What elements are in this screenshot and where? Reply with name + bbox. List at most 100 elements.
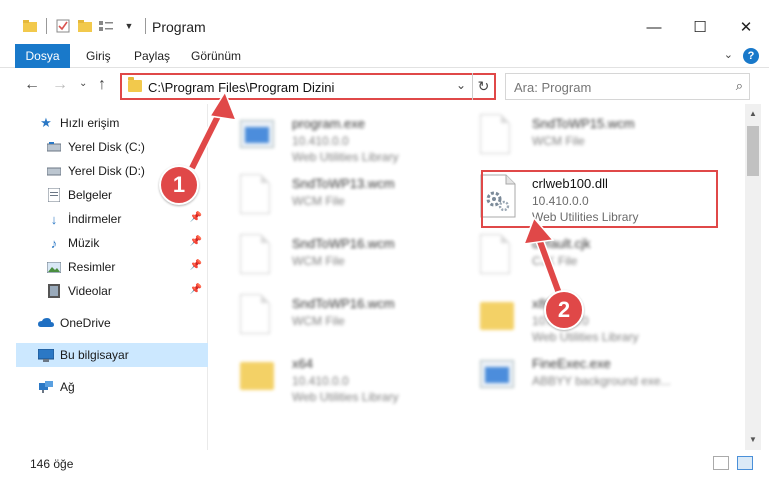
download-icon: ↓: [50, 211, 58, 227]
back-arrow-icon[interactable]: ←: [24, 76, 40, 94]
navigation-pane: ★ Hızlı erişim Yerel Disk (C:) Yerel Dis…: [0, 104, 208, 450]
item-count: 146 öğe: [30, 457, 74, 471]
step-2-badge: 2: [544, 290, 584, 330]
scroll-down-icon[interactable]: ▼: [745, 432, 761, 448]
pin-icon[interactable]: 📌: [190, 260, 202, 271]
doc-icon: [240, 174, 276, 220]
sidebar-item-label: Yerel Disk (D:): [68, 164, 145, 178]
sidebar-item-label: Bu bilgisayar: [60, 348, 129, 362]
window-title: Program: [152, 19, 206, 35]
navigation-bar: ← → ⌄ ↑ C:\Program Files\Program Dizini …: [0, 70, 769, 102]
status-bar: 146 öğe: [0, 450, 769, 478]
pin-icon[interactable]: 📌: [190, 284, 202, 295]
chevron-down-icon[interactable]: ⌄: [456, 78, 466, 92]
sidebar-item-network[interactable]: Ağ: [0, 375, 208, 399]
sidebar-item-label: Belgeler: [68, 188, 113, 202]
sidebar-item-this-pc[interactable]: Bu bilgisayar: [16, 343, 208, 367]
quick-access-toolbar: ▼: [22, 18, 148, 34]
sidebar-item-label: Müzik: [68, 236, 100, 250]
address-path[interactable]: C:\Program Files\Program Dizini: [148, 80, 334, 95]
video-icon: [46, 283, 62, 299]
computer-icon: [38, 347, 54, 363]
folder-icon: [128, 77, 142, 92]
file-tile[interactable]: SndToWP16.wcm WCM File: [234, 290, 466, 346]
sidebar-item-label: Hızlı erişim: [60, 116, 120, 130]
sidebar-item-quick-access[interactable]: ★ Hızlı erişim: [0, 111, 208, 135]
forward-arrow-icon[interactable]: →: [52, 76, 68, 94]
exe-icon: [480, 354, 516, 400]
title-bar: ▼ Program — ☐ ✕: [0, 0, 769, 44]
tab-view[interactable]: Görünüm: [183, 44, 249, 68]
close-icon[interactable]: ✕: [723, 12, 769, 42]
pin-icon[interactable]: 📌: [190, 236, 202, 247]
file-tile[interactable]: x64 10.410.0.0 Web Utilities Library: [234, 350, 466, 406]
sidebar-item-onedrive[interactable]: OneDrive: [0, 311, 208, 335]
chevron-down-icon[interactable]: ▼: [121, 18, 137, 34]
new-folder-icon[interactable]: [77, 18, 93, 34]
sidebar-item-label: Resimler: [68, 260, 116, 274]
chevron-down-icon[interactable]: ⌄: [724, 48, 733, 61]
view-switcher: [713, 456, 753, 470]
properties-icon[interactable]: [55, 18, 71, 34]
file-tile[interactable]: SndToWP13.wcm WCM File: [234, 170, 466, 226]
doc-icon: [480, 114, 516, 160]
highlight-box: [481, 170, 718, 228]
sidebar-item-pictures[interactable]: Resimler 📌: [0, 255, 208, 279]
tab-file[interactable]: Dosya: [15, 44, 70, 68]
tiles-view-icon[interactable]: [737, 456, 753, 470]
sidebar-item-label: İndirmeler: [68, 212, 122, 226]
tab-share[interactable]: Paylaş: [126, 44, 178, 68]
sidebar-item-label: Yerel Disk (C:): [68, 140, 145, 154]
file-list: program.exe 10.410.0.0 Web Utilities Lib…: [210, 104, 745, 450]
sidebar-item-label: OneDrive: [60, 316, 111, 330]
file-tile[interactable]: FineExec.exe ABBYY background exe...: [474, 350, 706, 406]
sidebar-item-videos[interactable]: Videolar 📌: [0, 279, 208, 303]
customize-icon[interactable]: [99, 18, 115, 34]
sidebar-item-label: Ağ: [60, 380, 75, 394]
search-input[interactable]: Ara: Program: [514, 80, 591, 95]
ribbon-tabs: Dosya Giriş Paylaş Görünüm ⌄ ?: [0, 44, 769, 68]
toolbar-divider: [46, 18, 47, 34]
window-controls: — ☐ ✕: [631, 12, 769, 42]
document-icon: [46, 187, 62, 203]
folder-icon: [240, 354, 276, 400]
sidebar-item-disk-c[interactable]: Yerel Disk (C:): [0, 135, 208, 159]
sidebar-item-downloads[interactable]: ↓ İndirmeler 📌: [0, 207, 208, 231]
file-tile[interactable]: SndToWP16.wcm WCM File: [234, 230, 466, 286]
doc-icon: [480, 234, 516, 280]
drive-icon: [46, 163, 62, 179]
network-icon: [38, 379, 54, 395]
search-icon[interactable]: ⌕: [736, 78, 743, 94]
file-tile[interactable]: default.cjk CJK File: [474, 230, 706, 286]
file-tile[interactable]: program.exe 10.410.0.0 Web Utilities Lib…: [234, 110, 466, 166]
up-arrow-icon[interactable]: ↑: [98, 76, 106, 94]
refresh-icon[interactable]: ↻: [472, 73, 494, 100]
scroll-thumb[interactable]: [747, 126, 759, 176]
vertical-scrollbar[interactable]: ▲ ▼: [745, 104, 761, 450]
sidebar-item-label: Videolar: [68, 284, 112, 298]
pin-icon[interactable]: 📌: [190, 212, 202, 223]
sidebar-item-music[interactable]: ♪ Müzik 📌: [0, 231, 208, 255]
details-view-icon[interactable]: [713, 456, 729, 470]
recent-locations-icon[interactable]: ⌄: [79, 78, 87, 89]
doc-icon: [240, 234, 276, 280]
maximize-icon[interactable]: ☐: [677, 12, 723, 42]
search-box[interactable]: Ara: Program ⌕: [505, 73, 750, 100]
folder-icon: [22, 18, 38, 34]
toolbar-divider: [145, 18, 146, 34]
folder-icon: [480, 294, 516, 340]
image-icon: [46, 259, 62, 275]
doc-icon: [240, 294, 276, 340]
music-icon: ♪: [50, 235, 58, 251]
minimize-icon[interactable]: —: [631, 12, 677, 42]
tab-home[interactable]: Giriş: [78, 44, 119, 68]
scroll-up-icon[interactable]: ▲: [745, 106, 761, 122]
help-icon[interactable]: ?: [743, 48, 759, 64]
step-1-badge: 1: [159, 165, 199, 205]
exe-icon: [240, 114, 276, 160]
address-bar[interactable]: C:\Program Files\Program Dizini ⌄ ↻: [120, 73, 496, 100]
file-tile[interactable]: x86 10.410.0.0 Web Utilities Library: [474, 290, 706, 346]
cloud-icon: [38, 315, 54, 331]
file-tile[interactable]: SndToWP15.wcm WCM File: [474, 110, 706, 166]
drive-icon: [46, 139, 62, 155]
